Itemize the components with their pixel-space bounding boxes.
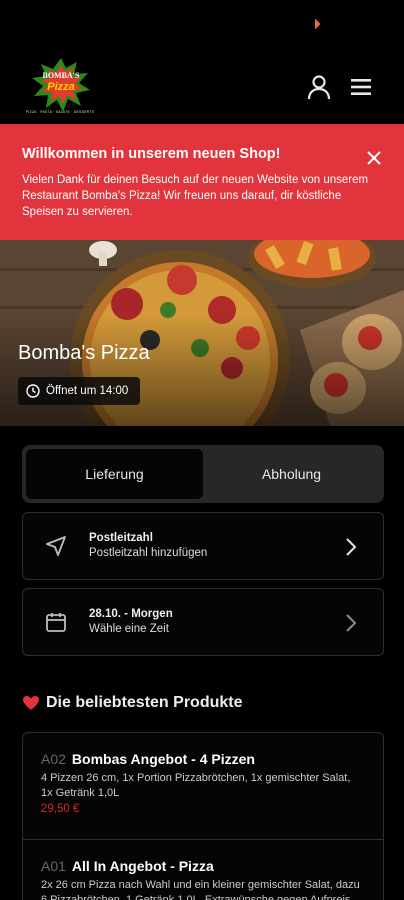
banner-title: Willkommen in unserem neuen Shop! bbox=[22, 146, 281, 162]
hero-image: Bomba's Pizza Öffnet um 14:00 bbox=[0, 240, 404, 426]
banner-text: Vielen Dank für deinen Besuch auf der ne… bbox=[22, 174, 369, 218]
time-card[interactable]: 28.10. - Morgen Wähle eine Zeit bbox=[22, 588, 384, 656]
opening-time-text: Öffnet um 14:00 bbox=[46, 385, 129, 397]
product-code: A02 bbox=[41, 751, 66, 767]
svg-text:BOMBA'S: BOMBA'S bbox=[43, 71, 80, 80]
menu-button[interactable] bbox=[349, 76, 375, 98]
restaurant-logo[interactable]: BOMBA'S Pizza bbox=[30, 56, 92, 118]
heart-icon bbox=[23, 696, 39, 710]
chevron-right-icon bbox=[346, 538, 357, 556]
location-arrow-icon bbox=[46, 536, 66, 556]
svg-text:Pizza: Pizza bbox=[47, 81, 75, 93]
time-subtitle: Wähle eine Zeit bbox=[89, 623, 169, 635]
order-mode-toggle: Lieferung Abholung bbox=[22, 445, 384, 503]
opening-time-badge: Öffnet um 14:00 bbox=[18, 377, 141, 405]
chevron-right-icon bbox=[346, 614, 357, 632]
product-heading: A02 Bombas Angebot - 4 Pizzen bbox=[41, 751, 365, 767]
user-icon bbox=[307, 75, 331, 100]
popular-products-title: Die beliebtesten Produkte bbox=[46, 694, 243, 711]
product-heading: A01 All In Angebot - Pizza bbox=[41, 858, 365, 874]
product-item[interactable]: A02 Bombas Angebot - 4 Pizzen 4 Pizzen 26… bbox=[22, 732, 384, 840]
close-icon bbox=[367, 151, 381, 165]
app-header: BOMBA'S Pizza PIZZA · PASTA · SALATE · D… bbox=[0, 52, 404, 124]
product-item[interactable]: A01 All In Angebot - Pizza 2x 26 cm Pizza… bbox=[22, 839, 384, 900]
account-button[interactable] bbox=[306, 74, 332, 100]
restaurant-name: Bomba's Pizza bbox=[18, 342, 150, 364]
hamburger-icon bbox=[351, 79, 371, 95]
time-title: 28.10. - Morgen bbox=[89, 608, 173, 620]
postcode-title: Postleitzahl bbox=[89, 532, 153, 544]
delivery-tab[interactable]: Lieferung bbox=[26, 449, 203, 499]
banner-close-button[interactable] bbox=[366, 150, 382, 166]
product-description: 2x 26 cm Pizza nach Wahl und ein kleiner… bbox=[41, 879, 360, 900]
clock-icon bbox=[26, 384, 40, 398]
calendar-icon bbox=[46, 613, 66, 632]
product-code: A01 bbox=[41, 858, 66, 874]
postcode-subtitle: Postleitzahl hinzufügen bbox=[89, 547, 208, 559]
welcome-banner: Willkommen in unserem neuen Shop! Vielen… bbox=[0, 124, 404, 240]
product-price: 29,50 € bbox=[41, 803, 80, 815]
postcode-card[interactable]: Postleitzahl Postleitzahl hinzufügen bbox=[22, 512, 384, 580]
status-indicator bbox=[309, 18, 320, 29]
product-description: 4 Pizzen 26 cm, 1x Portion Pizzabrötchen… bbox=[41, 772, 351, 799]
pickup-tab[interactable]: Abholung bbox=[203, 449, 380, 499]
popular-products-heading: Die beliebtesten Produkte bbox=[22, 694, 243, 712]
product-name: Bombas Angebot - 4 Pizzen bbox=[71, 751, 255, 767]
logo-tagline: PIZZA · PASTA · SALATE · DESSERTS bbox=[25, 110, 95, 114]
product-name: All In Angebot - Pizza bbox=[71, 858, 214, 874]
